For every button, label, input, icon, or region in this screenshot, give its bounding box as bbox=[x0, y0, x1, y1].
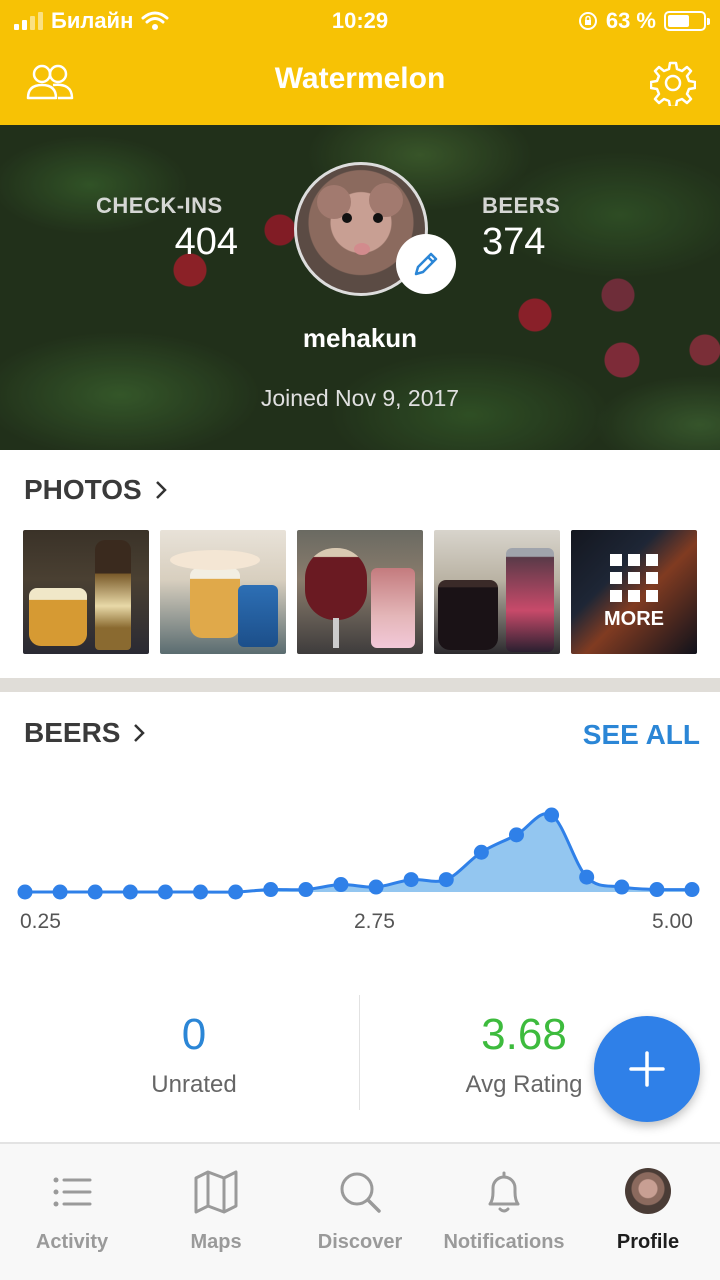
status-right: 63 % bbox=[578, 8, 710, 34]
chart-point bbox=[122, 884, 138, 900]
chart-point bbox=[193, 884, 209, 900]
tab-discover[interactable]: Discover bbox=[288, 1144, 432, 1280]
list-icon bbox=[53, 1177, 92, 1207]
chart-point bbox=[157, 884, 173, 900]
chart-point bbox=[228, 884, 244, 900]
chart-point bbox=[87, 884, 103, 900]
battery-percent: 63 % bbox=[605, 8, 656, 33]
chart-point bbox=[473, 844, 489, 860]
rotation-lock-icon bbox=[578, 12, 597, 30]
tab-label: Maps bbox=[190, 1231, 242, 1253]
chart-point bbox=[614, 879, 630, 895]
beers-value: 374 bbox=[482, 221, 546, 263]
plus-icon bbox=[629, 1051, 665, 1087]
chart-point bbox=[52, 884, 68, 900]
chevron-right-icon bbox=[155, 481, 167, 499]
checkins-label: CHECK-INS bbox=[96, 193, 223, 218]
x-tick-label: 2.75 bbox=[354, 910, 395, 933]
unrated-stat[interactable]: 0 Unrated bbox=[14, 995, 374, 1099]
checkins-value: 404 bbox=[174, 221, 238, 263]
gear-icon[interactable] bbox=[649, 60, 700, 109]
map-icon bbox=[194, 1170, 238, 1214]
see-all-button[interactable]: SEE ALL bbox=[583, 719, 700, 751]
tab-activity[interactable]: Activity bbox=[0, 1144, 144, 1280]
grid-icon bbox=[610, 553, 658, 602]
chart-point bbox=[684, 882, 700, 898]
tab-bar: Activity Maps Discover Notifications Pro… bbox=[0, 1142, 720, 1280]
chart-point bbox=[649, 882, 665, 898]
unrated-label: Unrated bbox=[151, 1071, 237, 1098]
chart-point bbox=[263, 882, 279, 898]
status-bar: Билайн 10:29 63 % bbox=[0, 0, 720, 40]
nav-bar: Watermelon bbox=[0, 40, 720, 125]
tab-maps[interactable]: Maps bbox=[144, 1144, 288, 1280]
search-icon bbox=[340, 1172, 381, 1213]
more-label: MORE bbox=[604, 607, 664, 630]
add-checkin-button[interactable] bbox=[594, 1016, 700, 1122]
photo-more-tile[interactable]: MORE bbox=[571, 530, 697, 654]
joined-date: Joined Nov 9, 2017 bbox=[260, 385, 460, 411]
photo-thumbnail[interactable] bbox=[434, 530, 560, 654]
photos-title: PHOTOS bbox=[24, 474, 142, 505]
photo-thumbnail[interactable] bbox=[297, 530, 423, 654]
page-title: Watermelon bbox=[274, 62, 446, 95]
chart-point bbox=[438, 872, 454, 888]
username: mehakun bbox=[302, 323, 418, 353]
beers-label: BEERS bbox=[482, 193, 561, 218]
tab-notifications[interactable]: Notifications bbox=[432, 1144, 576, 1280]
tab-profile[interactable]: Profile bbox=[576, 1144, 720, 1280]
x-tick-label: 5.00 bbox=[652, 910, 693, 933]
photo-strip: MORE bbox=[23, 530, 697, 654]
edit-profile-button[interactable] bbox=[396, 234, 456, 294]
beers-stat[interactable]: BEERS 374 bbox=[482, 193, 602, 264]
chart-point bbox=[333, 877, 349, 893]
chart-point bbox=[368, 879, 384, 895]
avatar bbox=[625, 1168, 671, 1214]
unrated-value: 0 bbox=[181, 1010, 207, 1059]
section-divider bbox=[0, 678, 720, 692]
chart-point bbox=[403, 872, 419, 888]
tab-label: Notifications bbox=[443, 1231, 565, 1253]
tab-label: Activity bbox=[35, 1231, 109, 1253]
photo-thumbnail[interactable] bbox=[160, 530, 286, 654]
beers-section-link[interactable]: BEERS bbox=[24, 717, 146, 749]
photo-thumbnail[interactable] bbox=[23, 530, 149, 654]
chart-point bbox=[508, 827, 524, 843]
bell-icon bbox=[488, 1171, 520, 1213]
battery-icon bbox=[664, 11, 710, 31]
chart-point bbox=[298, 882, 314, 898]
chart-point bbox=[579, 869, 595, 885]
chart-point bbox=[544, 807, 560, 823]
profile-header: CHECK-INS 404 BEERS 374 mehakun Joined N… bbox=[0, 125, 720, 450]
pencil-icon bbox=[414, 252, 438, 276]
photos-section-link[interactable]: PHOTOS bbox=[24, 474, 168, 506]
chevron-right-icon bbox=[134, 724, 146, 742]
tab-label: Profile bbox=[616, 1231, 680, 1253]
tab-label: Discover bbox=[317, 1231, 403, 1253]
beers-title: BEERS bbox=[24, 717, 121, 748]
x-tick-label: 0.25 bbox=[20, 910, 61, 933]
chart-point bbox=[17, 884, 33, 900]
checkins-stat[interactable]: CHECK-INS 404 bbox=[96, 193, 238, 264]
